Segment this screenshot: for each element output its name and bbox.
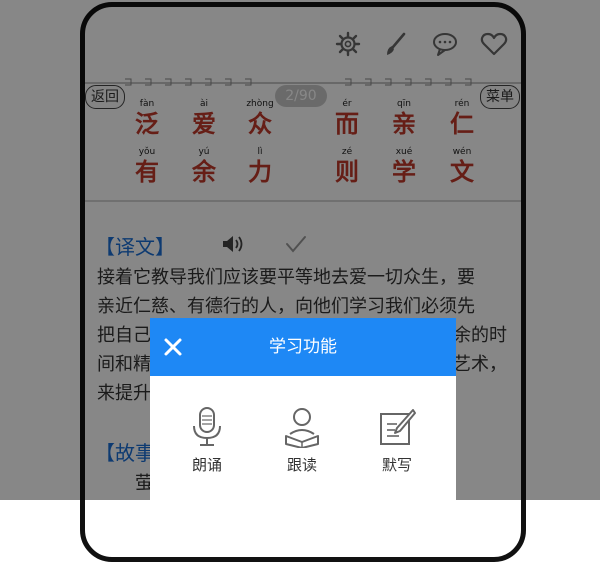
reader-icon: [285, 408, 319, 448]
dictation-icon: [380, 409, 416, 445]
read-along-button[interactable]: 跟读: [267, 406, 337, 475]
recite-button[interactable]: 朗诵: [172, 406, 242, 475]
modal-header: 学习功能: [150, 318, 456, 376]
recite-label: 朗诵: [191, 456, 222, 474]
modal-title: 学习功能: [269, 337, 337, 357]
dictation-button[interactable]: 默写: [362, 406, 432, 475]
learning-functions-modal: 学习功能 朗诵 跟读 默写: [150, 318, 456, 500]
microphone-icon: [193, 407, 221, 446]
dictation-label: 默写: [381, 456, 412, 474]
close-icon[interactable]: [156, 330, 190, 364]
read-along-label: 跟读: [286, 456, 317, 474]
